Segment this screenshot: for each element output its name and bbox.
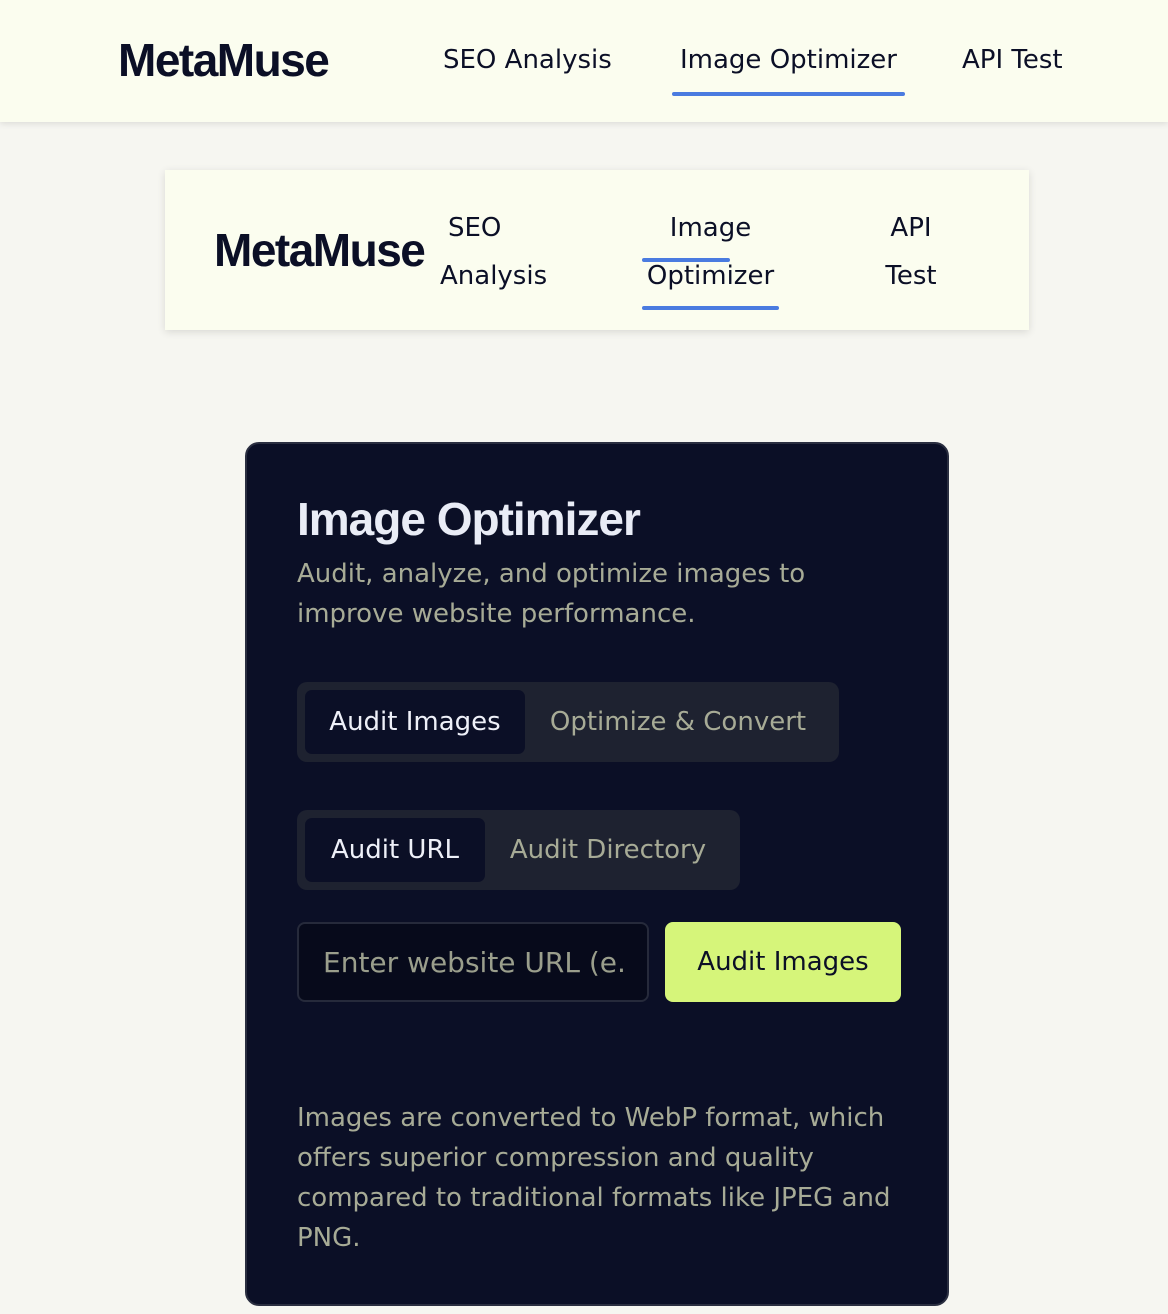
nav-image-optimizer[interactable]: Image Optimizer bbox=[672, 43, 905, 96]
audit-images-button[interactable]: Audit Images bbox=[665, 922, 901, 1002]
compact-nav-api-test[interactable]: API Test bbox=[873, 204, 949, 300]
website-url-input[interactable] bbox=[297, 922, 649, 1002]
compact-nav-api-line2: Test bbox=[885, 261, 937, 291]
compact-nav-seo-line2: Analysis bbox=[440, 261, 548, 291]
panel-title: Image Optimizer bbox=[297, 493, 641, 545]
tab-optimize-convert[interactable]: Optimize & Convert bbox=[533, 690, 823, 754]
compact-nav-seo-line1: SEO bbox=[448, 213, 502, 243]
image-optimizer-panel: Image Optimizer Audit, analyze, and opti… bbox=[245, 442, 949, 1306]
compact-nav-seo-analysis[interactable]: SEO Analysis bbox=[440, 204, 550, 300]
compact-nav-api-line1: API bbox=[890, 213, 932, 243]
active-underline-top bbox=[642, 258, 730, 262]
tab-audit-url[interactable]: Audit URL bbox=[305, 818, 485, 882]
tab-audit-images[interactable]: Audit Images bbox=[305, 690, 525, 754]
nav-api-test[interactable]: API Test bbox=[962, 43, 1063, 77]
nav-seo-analysis[interactable]: SEO Analysis bbox=[443, 43, 612, 77]
compact-header: MetaMuse SEO Analysis Image Optimizer AP… bbox=[165, 170, 1029, 330]
panel-subtitle: Audit, analyze, and optimize images to i… bbox=[297, 559, 806, 629]
compact-brand-logo[interactable]: MetaMuse bbox=[214, 224, 426, 276]
mode-tabs: Audit Images Optimize & Convert bbox=[297, 682, 839, 762]
brand-logo[interactable]: MetaMuse bbox=[118, 34, 330, 86]
top-header: MetaMuse SEO Analysis Image Optimizer AP… bbox=[0, 0, 1168, 122]
active-underline-bottom bbox=[642, 306, 779, 310]
compact-nav-image-line1: Image bbox=[669, 213, 752, 243]
compact-nav-image-optimizer[interactable]: Image Optimizer bbox=[642, 204, 779, 310]
webp-info-note: Images are converted to WebP format, whi… bbox=[297, 1103, 891, 1253]
tab-audit-directory[interactable]: Audit Directory bbox=[493, 818, 723, 882]
source-tabs: Audit URL Audit Directory bbox=[297, 810, 740, 890]
